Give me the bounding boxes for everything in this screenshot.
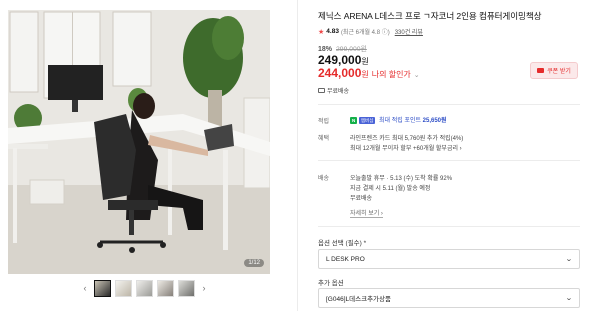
sale-price: 249,000원 [318,53,369,67]
option-label: 옵션 선택 (필수) * [318,240,367,247]
membership-badge: 멤버십 [358,116,376,124]
thumbnail-1[interactable] [94,280,111,297]
extra-option-select[interactable]: [G046]L데스크추가상품 ⌄ [318,288,580,308]
delivery-more-link[interactable]: 자세히 보기 › [350,208,383,218]
delivery-line-3: 무료배송 [350,196,373,202]
rating-meta: (최근 6개월 4.8 ⓘ) [340,30,390,36]
thumb-next-icon[interactable]: › [199,280,209,297]
card-benefit-line-2[interactable]: 최대 12개월 무이자 할부 +60개월 할부금리 › [350,143,462,152]
sale-price-value: 249,000 [318,53,362,67]
divider [318,160,580,161]
get-coupon-label: 쿠폰 받기 [547,69,571,75]
card-benefit-line-1: 라인프렌즈 카드 최대 5,760원 추가 적립(4%) [350,136,464,142]
discount-row: 18% 299,000원 [318,43,367,53]
free-shipping: 무료배송 [318,86,349,95]
coupon-icon [537,68,545,73]
thumbnail-5[interactable] [178,280,195,297]
original-price: 299,000원 [336,46,367,53]
option-select[interactable]: L DESK PRO ⌄ [318,249,580,269]
rating-row: ★ 4.83 (최근 6개월 4.8 ⓘ) 330건 리뷰 [318,27,423,36]
point-amount: 25,650원 [422,118,447,124]
divider [318,104,580,105]
coupon-price-value: 244,000 [318,66,362,80]
extra-option-value: [G046]L데스크추가상품 [326,296,391,303]
delivery-line-2: 지금 결제 시 5.11 (월) 발송 예정 [350,186,431,192]
thumbnail-3[interactable] [136,280,153,297]
product-main-image[interactable]: 1/12 [8,10,270,274]
product-photo [8,10,270,274]
delivery-label: 배송 [318,176,330,182]
sale-price-unit: 원 [361,57,369,66]
card-benefit-label: 혜택 [318,136,330,142]
thumbnail-4[interactable] [157,280,174,297]
thumbnail-2[interactable] [115,280,132,297]
truck-icon [318,88,325,93]
column-divider [297,0,298,311]
coupon-price-label: 나의 할인가 [371,70,411,79]
thumb-prev-icon[interactable]: ‹ [80,280,90,297]
thumbnail-strip: ‹ › [80,280,209,297]
chevron-down-icon: ⌄ [565,256,573,263]
free-shipping-label: 무료배송 [327,89,350,95]
naver-n-badge: N [350,116,358,124]
point-label: 적립 [318,119,330,125]
star-icon: ★ [318,28,325,36]
rating-score: 4.83 [326,28,339,35]
coupon-price-unit: 원 [361,70,369,79]
extra-option-label: 추가 옵션 [318,280,344,287]
discount-rate: 18% [318,46,333,53]
option-select-value: L DESK PRO [326,255,365,263]
point-text: 최대 적립 포인트 [379,118,421,124]
review-link[interactable]: 330건 리뷰 [395,27,423,36]
get-coupon-button[interactable]: 쿠폰 받기 [530,62,578,79]
delivery-line-1: 오늘출발 휴무 · 5.13 (수) 도착 확률 92% [350,176,453,182]
coupon-price-row[interactable]: 244,000원 나의 할인가 ⌄ [318,66,420,80]
product-title: 제닉스 ARENA L데스크 프로 ㄱ자코너 2인용 컴퓨터게이밍책상 [318,11,542,21]
chevron-down-icon: ⌄ [413,72,420,79]
point-row[interactable]: N 멤버십 최대 적립 포인트 25,650원 [350,115,447,124]
image-counter: 1/12 [244,259,264,267]
divider [318,226,580,227]
chevron-down-icon: ⌄ [565,295,573,302]
